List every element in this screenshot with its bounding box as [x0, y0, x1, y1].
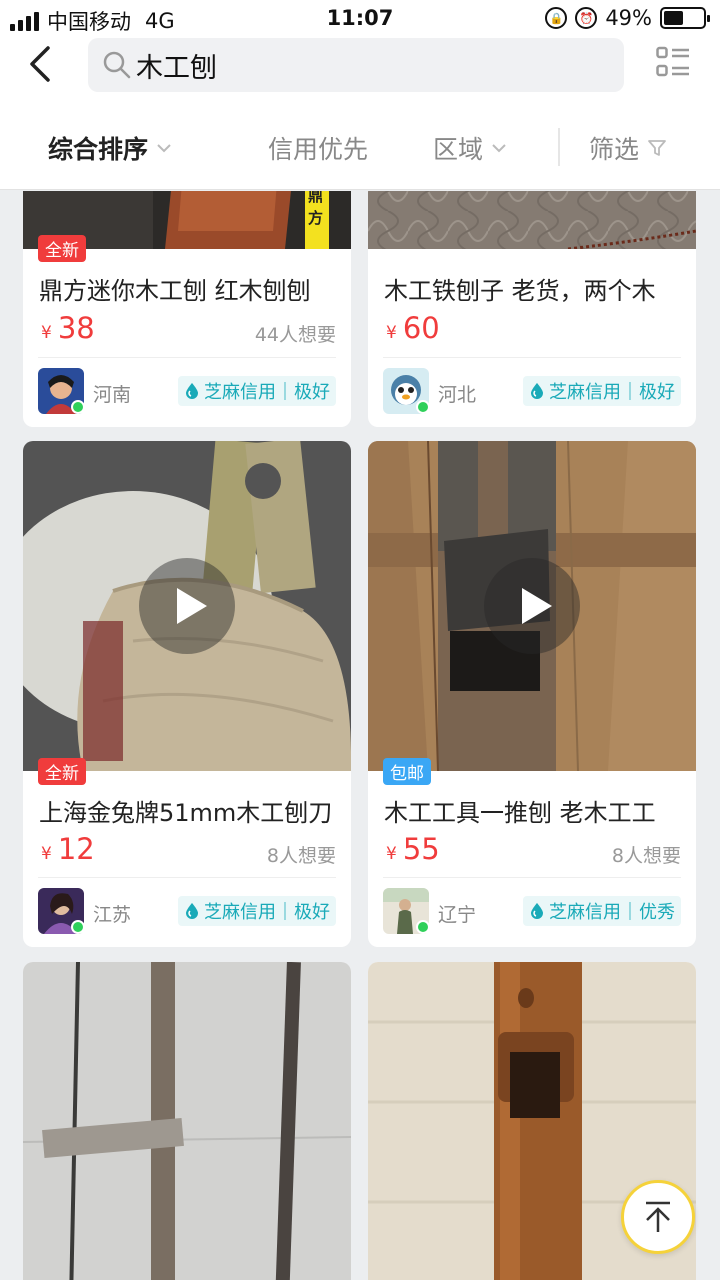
price-value: 55 — [402, 832, 440, 866]
credit-badge: 芝麻信用｜极好 — [523, 376, 681, 406]
back-button[interactable] — [22, 42, 62, 86]
credit-badge: 芝麻信用｜极好 — [178, 896, 336, 926]
product-grid: 鼎 方 全新 鼎方迷你木工刨 红木刨刨 ¥ 38 44人想要 河南 芝麻信用｜极… — [0, 191, 720, 1280]
card-divider — [38, 357, 336, 358]
online-indicator — [416, 400, 430, 414]
seller-region: 河北 — [438, 384, 477, 406]
online-indicator — [71, 400, 85, 414]
want-count: 8人想要 — [266, 845, 336, 867]
condition-tag: 全新 — [38, 235, 86, 262]
product-price: ¥ 38 — [41, 311, 95, 345]
seller-region: 江苏 — [93, 904, 132, 926]
currency-symbol: ¥ — [386, 323, 397, 343]
battery-fill — [664, 11, 683, 25]
want-count: 8人想要 — [611, 845, 681, 867]
filter-bar: 综合排序 信用优先 区域 筛选 — [0, 100, 720, 190]
card-divider — [383, 877, 681, 878]
product-price: ¥ 60 — [386, 311, 440, 345]
product-image — [23, 962, 351, 1280]
credit-first-label: 信用优先 — [268, 135, 369, 164]
seller-region: 辽宁 — [438, 904, 477, 926]
play-icon — [522, 588, 552, 624]
play-icon — [177, 588, 207, 624]
product-card[interactable] — [23, 962, 351, 1280]
funnel-icon — [648, 140, 666, 156]
sesame-credit-icon — [186, 383, 198, 399]
battery-percent: 49% — [605, 6, 652, 30]
search-query: 木工刨 — [136, 52, 217, 84]
credit-badge: 芝麻信用｜优秀 — [523, 896, 681, 926]
price-value: 38 — [57, 311, 95, 345]
search-header: 木工刨 — [0, 38, 720, 100]
filter-button[interactable]: 筛选 — [589, 130, 667, 166]
credit-text: 芝麻信用｜极好 — [204, 382, 330, 403]
svg-text:鼎: 鼎 — [308, 191, 323, 205]
currency-symbol: ¥ — [386, 844, 397, 864]
product-card[interactable]: 包邮 木工工具一推刨 老木工工 ¥ 55 8人想要 辽宁 芝麻信用｜优秀 — [368, 441, 696, 947]
product-title: 上海金兔牌51mm木工刨刀 — [39, 799, 333, 827]
seller-region: 河南 — [93, 384, 132, 406]
search-icon — [103, 51, 131, 79]
currency-symbol: ¥ — [41, 323, 52, 343]
condition-tag: 全新 — [38, 758, 86, 785]
layout-toggle-button[interactable] — [656, 46, 690, 80]
region-filter[interactable]: 区域 — [433, 130, 507, 166]
product-title: 木工工具一推刨 老木工工 — [384, 799, 656, 827]
filter-divider — [558, 128, 560, 166]
svg-text:方: 方 — [308, 209, 323, 227]
credit-badge: 芝麻信用｜极好 — [178, 376, 336, 406]
filter-button-label: 筛选 — [589, 135, 640, 164]
chevron-down-icon — [157, 144, 171, 153]
status-right: 🔒 ⏰ 49% — [545, 6, 710, 30]
search-input[interactable]: 木工刨 — [88, 38, 624, 92]
region-filter-label: 区域 — [433, 135, 484, 164]
sort-filter-label: 综合排序 — [48, 135, 149, 164]
chevron-down-icon — [492, 144, 506, 153]
credit-first-filter[interactable]: 信用优先 — [268, 130, 368, 166]
back-to-top-button[interactable] — [621, 1180, 695, 1254]
product-title: 木工铁刨子 老货，两个木 — [384, 277, 656, 305]
list-layout-icon — [656, 46, 689, 77]
price-value: 12 — [57, 832, 95, 866]
play-video-button[interactable] — [484, 558, 580, 654]
battery-icon — [660, 7, 710, 29]
product-price: ¥ 12 — [41, 832, 95, 866]
product-price: ¥ 55 — [386, 832, 440, 866]
alarm-icon: ⏰ — [575, 7, 598, 29]
card-divider — [383, 357, 681, 358]
shipping-tag: 包邮 — [383, 758, 431, 785]
product-image — [368, 191, 696, 249]
product-card[interactable]: 鼎 方 全新 鼎方迷你木工刨 红木刨刨 ¥ 38 44人想要 河南 芝麻信用｜极… — [23, 191, 351, 427]
product-card[interactable]: 全新 上海金兔牌51mm木工刨刀 ¥ 12 8人想要 江苏 芝麻信用｜极好 — [23, 441, 351, 947]
price-value: 60 — [402, 311, 440, 345]
play-video-button[interactable] — [139, 558, 235, 654]
product-title: 鼎方迷你木工刨 红木刨刨 — [39, 277, 311, 305]
status-bar: 中国移动 4G 11:07 🔒 ⏰ 49% — [0, 0, 720, 38]
online-indicator — [71, 920, 85, 934]
credit-text: 芝麻信用｜极好 — [204, 902, 330, 923]
sesame-credit-icon — [531, 903, 543, 919]
arrow-up-icon — [646, 1201, 670, 1232]
sesame-credit-icon — [186, 903, 198, 919]
sesame-credit-icon — [531, 383, 543, 399]
credit-text: 芝麻信用｜优秀 — [549, 902, 675, 923]
want-count: 44人想要 — [254, 324, 336, 346]
sort-filter[interactable]: 综合排序 — [48, 130, 172, 166]
rotation-lock-icon: 🔒 — [545, 7, 568, 29]
credit-text: 芝麻信用｜极好 — [549, 382, 675, 403]
currency-symbol: ¥ — [41, 844, 52, 864]
card-divider — [38, 877, 336, 878]
online-indicator — [416, 920, 430, 934]
product-card[interactable]: 木工铁刨子 老货，两个木 ¥ 60 河北 芝麻信用｜极好 — [368, 191, 696, 427]
chevron-left-icon — [30, 46, 50, 82]
